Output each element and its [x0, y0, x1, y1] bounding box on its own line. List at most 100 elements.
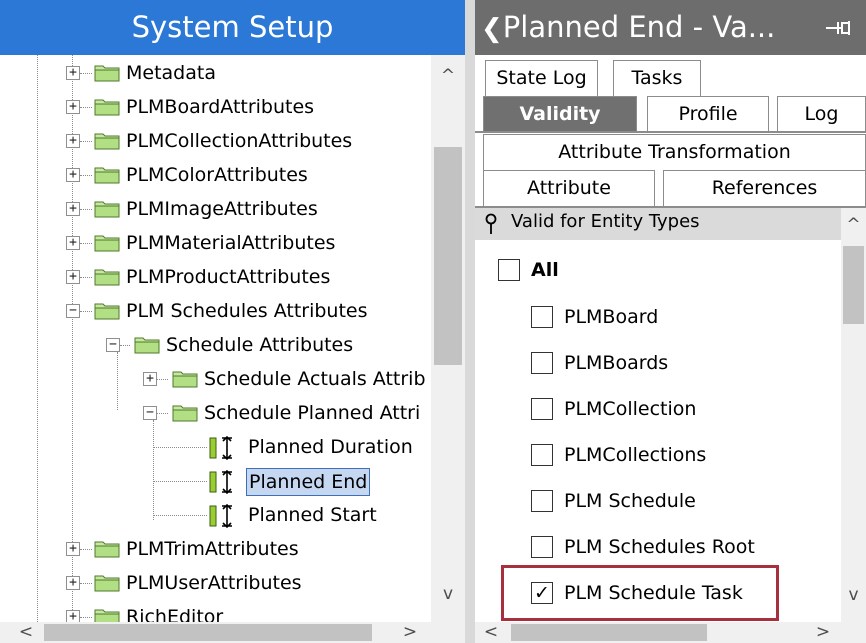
pin-icon[interactable]: [824, 18, 854, 38]
tree-node[interactable]: + PLMMaterialAttributes: [0, 227, 431, 261]
tree-node[interactable]: + PLMUserAttributes: [0, 567, 431, 601]
tab-log[interactable]: Log: [777, 96, 866, 132]
tree-node[interactable]: − Schedule Attributes: [0, 329, 431, 363]
scroll-down-arrow[interactable]: v: [431, 585, 465, 603]
scroll-thumb[interactable]: [511, 624, 707, 641]
folder-icon: [94, 99, 120, 116]
system-setup-panel: System Setup + Metadata + PLMBoardAttrib…: [0, 0, 465, 643]
tree-node[interactable]: + Schedule Actuals Attrib: [0, 363, 431, 397]
collapse-icon[interactable]: −: [143, 406, 157, 420]
expand-icon[interactable]: +: [66, 542, 80, 556]
checkbox-plmcollection[interactable]: [531, 398, 553, 420]
checkbox-label: PLM Schedule Task: [564, 582, 743, 604]
tree-node[interactable]: + PLMBoardAttributes: [0, 91, 431, 125]
expand-icon[interactable]: +: [66, 610, 80, 622]
tree-node[interactable]: Planned Start: [0, 499, 431, 533]
folder-icon: [94, 609, 120, 622]
tree-node[interactable]: + RichEditor: [0, 601, 431, 622]
tab-profile[interactable]: Profile: [647, 96, 769, 132]
tree-node-label: Schedule Attributes: [166, 334, 354, 356]
scroll-thumb[interactable]: [434, 147, 462, 365]
tab-references[interactable]: References: [663, 170, 866, 206]
tree-node-selected[interactable]: Planned End: [0, 465, 431, 499]
collapse-icon[interactable]: −: [106, 338, 120, 352]
expand-icon[interactable]: +: [143, 372, 157, 386]
expand-icon[interactable]: +: [66, 66, 80, 80]
tree-node[interactable]: + PLMTrimAttributes: [0, 533, 431, 567]
tree-connector: [80, 311, 92, 312]
vertical-scrollbar[interactable]: ^ v: [431, 55, 465, 622]
pin-marker-icon: [485, 213, 497, 234]
tree-node-label: PLMUserAttributes: [126, 572, 302, 594]
checkbox-plm-schedules-root[interactable]: [531, 536, 553, 558]
tree-node-label: Schedule Actuals Attrib: [204, 368, 426, 390]
tree-node[interactable]: + PLMImageAttributes: [0, 193, 431, 227]
tree-node-label: PLMTrimAttributes: [126, 538, 299, 560]
section-title: Valid for Entity Types: [511, 211, 700, 232]
system-tree[interactable]: + Metadata + PLMBoardAttributes + PLMCol…: [0, 55, 431, 622]
expand-icon[interactable]: +: [66, 236, 80, 250]
tab-validity[interactable]: Validity: [483, 96, 637, 132]
tree-node[interactable]: − PLM Schedules Attributes: [0, 295, 431, 329]
tree-node[interactable]: Planned Duration: [0, 431, 431, 465]
window: System Setup + Metadata + PLMBoardAttrib…: [0, 0, 866, 643]
tree-node-label: Planned Start: [248, 504, 377, 526]
scroll-thumb[interactable]: [843, 246, 864, 324]
tree-node-label: PLMProductAttributes: [126, 266, 331, 288]
scroll-up-arrow[interactable]: ^: [431, 67, 465, 85]
tree-connector: [156, 379, 168, 380]
expand-icon[interactable]: +: [66, 202, 80, 216]
tree-node[interactable]: + PLMColorAttributes: [0, 159, 431, 193]
tree-node[interactable]: − Schedule Planned Attri: [0, 397, 431, 431]
tree-connector: [80, 277, 92, 278]
expand-icon[interactable]: +: [66, 134, 80, 148]
checkbox-plm-schedule-task[interactable]: ✓: [531, 582, 553, 604]
tree-node[interactable]: + Metadata: [0, 57, 431, 91]
scroll-right-arrow[interactable]: >: [400, 623, 420, 641]
attribute-icon: [209, 504, 232, 528]
checkbox-label: PLMCollections: [564, 444, 707, 466]
tree-node[interactable]: + PLMProductAttributes: [0, 261, 431, 295]
checkbox-plmboard[interactable]: [531, 306, 553, 328]
all-checkbox[interactable]: [498, 259, 520, 281]
collapse-icon[interactable]: −: [66, 304, 80, 318]
tree-node[interactable]: + PLMCollectionAttributes: [0, 125, 431, 159]
tree-connector: [80, 73, 92, 74]
checkbox-label: PLM Schedules Root: [564, 536, 755, 558]
expand-icon[interactable]: +: [66, 100, 80, 114]
properties-title: Planned End - Va...: [502, 10, 776, 44]
tree-node-label: PLMColorAttributes: [126, 164, 308, 186]
scroll-left-arrow[interactable]: <: [481, 623, 501, 641]
folder-icon: [94, 65, 120, 82]
tab-tasks[interactable]: Tasks: [613, 60, 701, 96]
scroll-thumb[interactable]: [44, 624, 372, 641]
tree-connector: [120, 345, 130, 346]
attribute-icon: [209, 470, 232, 494]
horizontal-scrollbar[interactable]: < >: [475, 622, 866, 643]
scroll-down-arrow[interactable]: v: [841, 586, 866, 604]
checkbox-plmcollections[interactable]: [531, 444, 553, 466]
folder-icon: [134, 337, 160, 354]
scroll-left-arrow[interactable]: <: [16, 623, 36, 641]
tab-attribute[interactable]: Attribute: [483, 170, 655, 206]
back-icon[interactable]: ❮: [481, 14, 503, 44]
folder-icon: [172, 405, 198, 422]
expand-icon[interactable]: +: [66, 576, 80, 590]
checkbox-plm-schedule[interactable]: [531, 490, 553, 512]
checkbox-plmboards[interactable]: [531, 352, 553, 374]
tree-node-label: Metadata: [126, 62, 216, 84]
expand-icon[interactable]: +: [66, 168, 80, 182]
attribute-icon: [209, 436, 232, 460]
all-checkbox-label: All: [531, 259, 559, 281]
tab-state-log[interactable]: State Log: [485, 60, 598, 96]
vertical-scrollbar[interactable]: ^ v: [841, 208, 866, 622]
scroll-up-arrow[interactable]: ^: [841, 216, 866, 234]
horizontal-scrollbar[interactable]: < >: [0, 622, 465, 643]
tree-connector: [153, 515, 207, 516]
expand-icon[interactable]: +: [66, 270, 80, 284]
tree-connector: [80, 549, 92, 550]
tab-attribute-transformation[interactable]: Attribute Transformation: [483, 134, 866, 170]
scroll-right-arrow[interactable]: >: [813, 623, 833, 641]
section-header[interactable]: Valid for Entity Types: [475, 208, 841, 240]
tree-connector: [80, 107, 92, 108]
